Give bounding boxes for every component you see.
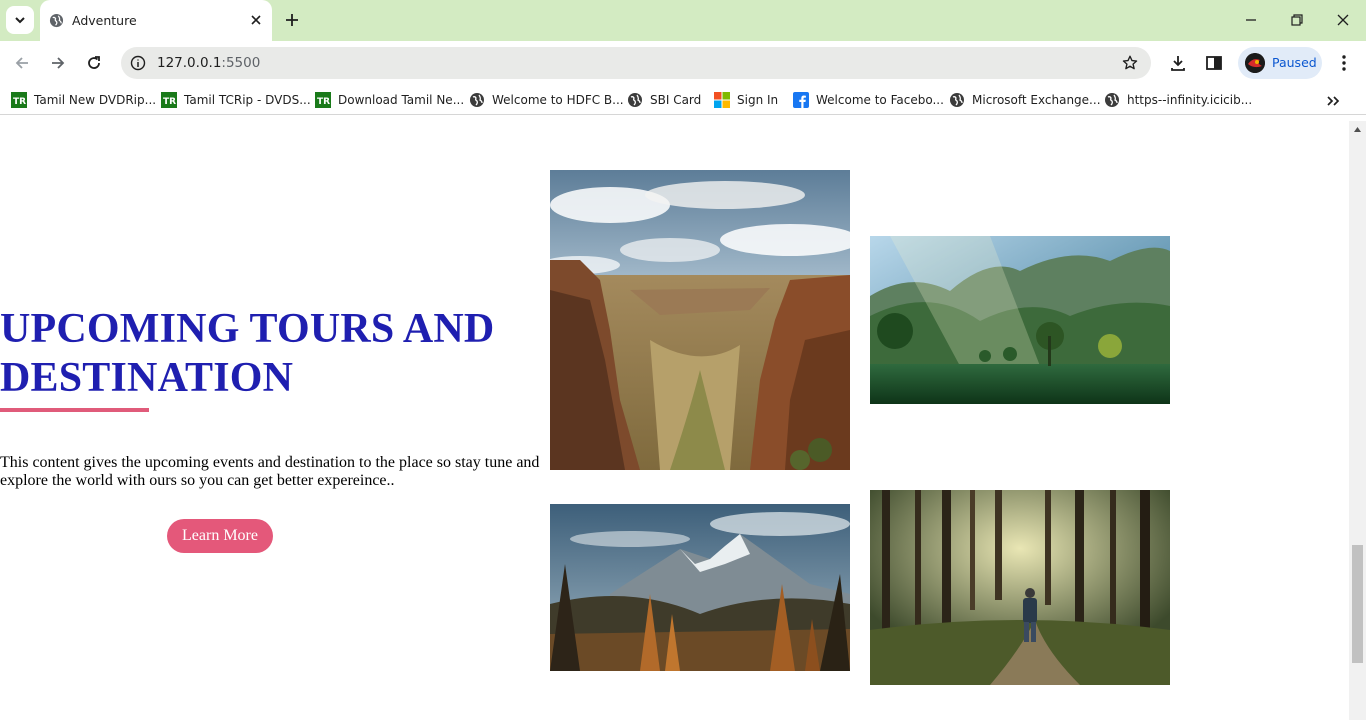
lake-mountain-photo xyxy=(870,236,1170,404)
side-panel-icon[interactable] xyxy=(1204,53,1224,73)
bookmark-label: Tamil TCRip - DVDS... xyxy=(184,93,311,107)
autumn-mountain-photo xyxy=(550,504,850,671)
tr-icon: TR xyxy=(161,92,177,108)
bookmark-item[interactable]: Welcome to HDFC B... xyxy=(469,91,624,109)
back-icon[interactable] xyxy=(12,53,32,73)
globe-icon xyxy=(1105,93,1119,107)
info-icon[interactable] xyxy=(130,55,146,71)
bookmark-label: SBI Card xyxy=(650,93,702,107)
vertical-scrollbar[interactable] xyxy=(1349,121,1366,720)
globe-icon xyxy=(49,13,64,28)
bookmark-star-icon[interactable] xyxy=(1121,54,1139,72)
browser-toolbar: 127.0.0.1:5500 Paused xyxy=(0,41,1366,85)
avatar xyxy=(1245,53,1265,73)
url-port: :5500 xyxy=(221,55,261,71)
more-menu-icon[interactable] xyxy=(1334,53,1354,73)
bookmark-label: Download Tamil Ne... xyxy=(338,93,465,107)
tab-search-button[interactable] xyxy=(6,6,34,34)
globe-icon xyxy=(470,93,484,107)
profile-status: Paused xyxy=(1272,55,1317,70)
tab-strip: Adventure xyxy=(0,0,1366,41)
bookmark-item[interactable]: Welcome to Facebo... xyxy=(793,91,944,109)
restore-icon[interactable] xyxy=(1287,10,1307,30)
new-tab-icon[interactable] xyxy=(282,10,302,30)
title-underline xyxy=(0,408,149,412)
globe-icon xyxy=(950,93,964,107)
bookmark-label: Tamil New DVDRip... xyxy=(34,93,157,107)
tab-title: Adventure xyxy=(72,13,137,28)
bookmark-label: Sign In xyxy=(737,93,779,107)
bookmark-item[interactable]: TR Tamil TCRip - DVDS... xyxy=(161,91,311,109)
url-host: 127.0.0.1 xyxy=(157,55,222,71)
canyon-photo xyxy=(550,170,850,470)
bookmark-label: Welcome to Facebo... xyxy=(816,93,944,107)
bookmark-item[interactable]: Sign In xyxy=(714,91,778,109)
page-title-line-2: DESTINATION xyxy=(0,355,294,401)
download-icon[interactable] xyxy=(1168,53,1188,73)
forest-walker-photo xyxy=(870,490,1170,685)
profile-button[interactable]: Paused xyxy=(1238,47,1322,79)
tr-icon: TR xyxy=(11,92,27,108)
address-bar[interactable]: 127.0.0.1:5500 xyxy=(121,47,1151,79)
globe-icon xyxy=(628,93,642,107)
chevron-down-icon xyxy=(15,17,25,24)
scrollbar-thumb[interactable] xyxy=(1352,545,1363,663)
bookmark-item[interactable]: TR Download Tamil Ne... xyxy=(315,91,464,109)
close-window-icon[interactable] xyxy=(1333,10,1353,30)
bookmark-label: Welcome to HDFC B... xyxy=(492,93,624,107)
close-icon[interactable] xyxy=(248,12,264,28)
active-tab[interactable]: Adventure xyxy=(40,0,272,41)
bookmark-label: https--infinity.icicib... xyxy=(1127,93,1253,107)
minimize-icon[interactable] xyxy=(1241,10,1261,30)
microsoft-icon xyxy=(714,92,730,108)
learn-more-button[interactable]: Learn More xyxy=(167,519,273,553)
page-title-line-1: UPCOMING TOURS AND xyxy=(0,306,495,352)
description-text: This content gives the upcoming events a… xyxy=(0,454,540,489)
bookmark-item[interactable]: SBI Card xyxy=(627,91,701,109)
bookmarks-bar: TR Tamil New DVDRip... TR Tamil TCRip - … xyxy=(0,85,1366,115)
reload-icon[interactable] xyxy=(84,53,104,73)
svg-text:TR: TR xyxy=(13,97,26,107)
bookmark-item[interactable]: https--infinity.icicib... xyxy=(1104,91,1252,109)
forward-icon[interactable] xyxy=(48,53,68,73)
tr-icon: TR xyxy=(315,92,331,108)
page-title: UPCOMING TOURS AND DESTINATION xyxy=(0,305,545,403)
facebook-icon xyxy=(793,92,809,108)
svg-text:TR: TR xyxy=(317,97,330,107)
scroll-up-arrow-icon[interactable] xyxy=(1353,125,1362,134)
chevron-double-right-icon[interactable] xyxy=(1324,92,1342,110)
url-text[interactable]: 127.0.0.1:5500 xyxy=(157,55,260,71)
svg-text:TR: TR xyxy=(163,97,176,107)
bookmark-item[interactable]: Microsoft Exchange... xyxy=(949,91,1101,109)
bookmark-label: Microsoft Exchange... xyxy=(972,93,1101,107)
page-viewport: UPCOMING TOURS AND DESTINATION This conte… xyxy=(0,121,1349,720)
bookmark-item[interactable]: TR Tamil New DVDRip... xyxy=(11,91,156,109)
